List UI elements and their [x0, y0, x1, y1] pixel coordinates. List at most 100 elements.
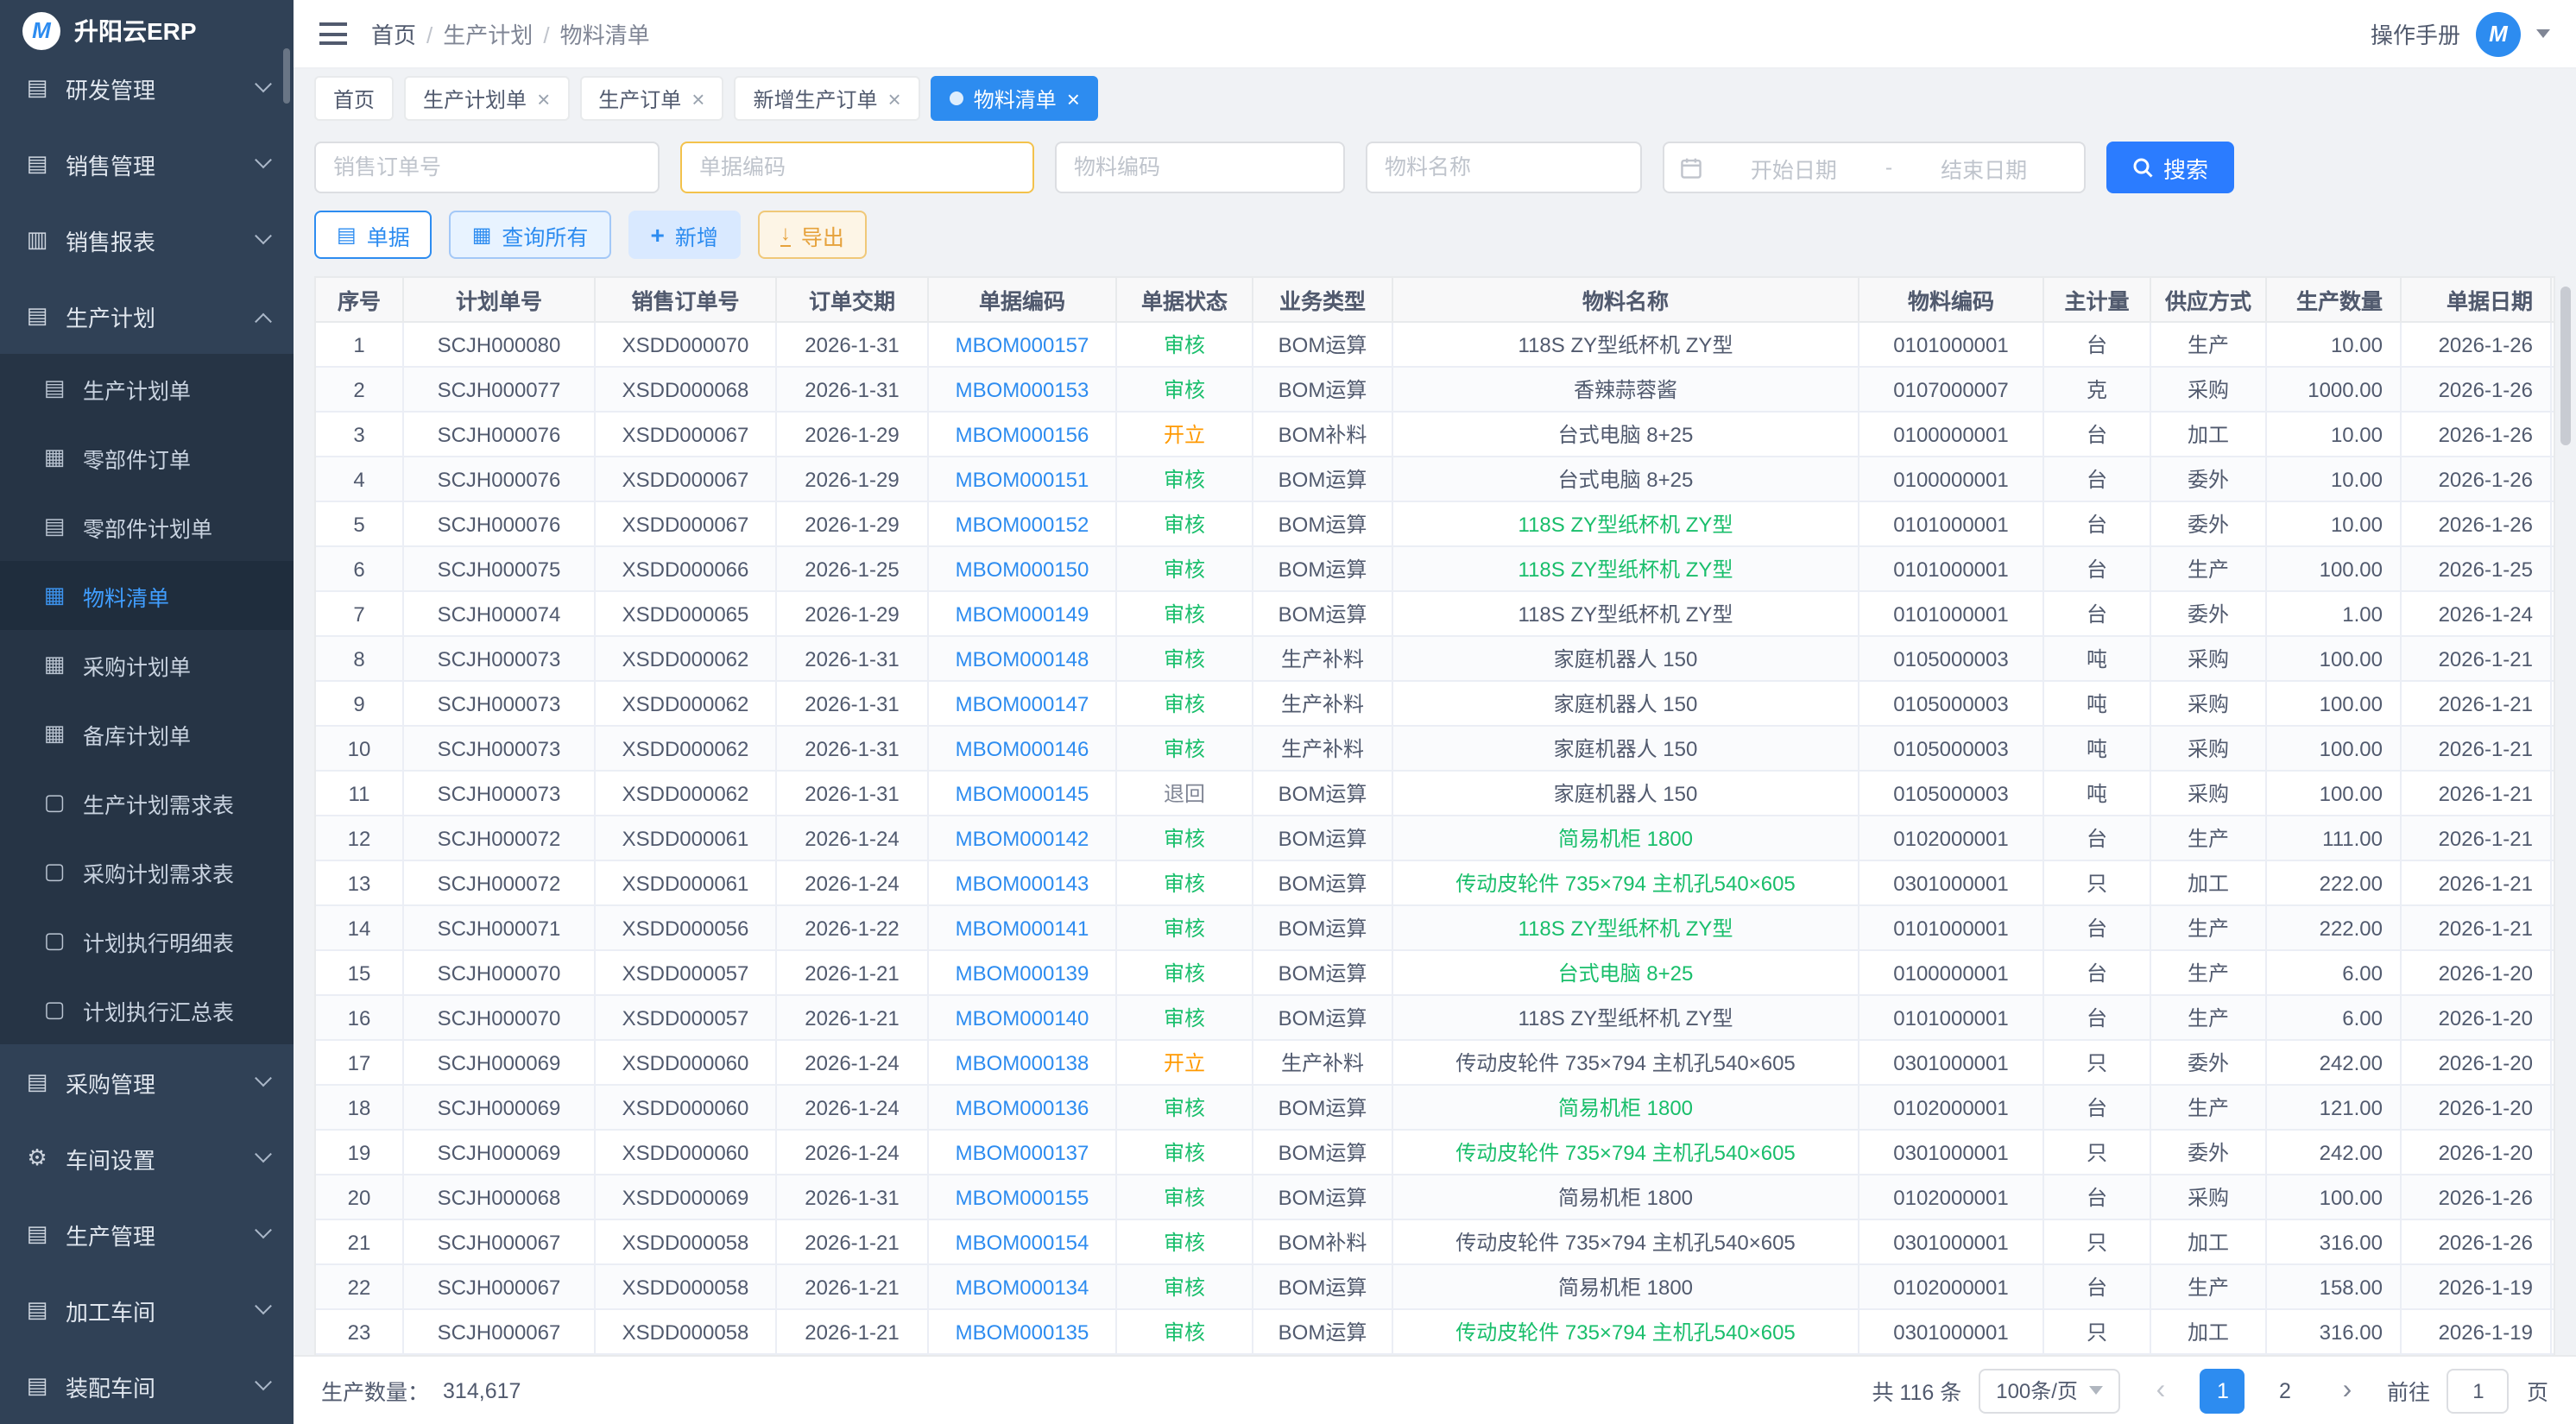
table-row[interactable]: 13 SCJH000072 XSDD000061 2026-1-24 MBOM0…: [316, 861, 2554, 906]
page-size-select[interactable]: 100条/页: [1979, 1368, 2121, 1413]
close-icon[interactable]: [537, 87, 550, 110]
doc-code-link[interactable]: MBOM000138: [956, 1050, 1089, 1074]
doc-code-link[interactable]: MBOM000153: [956, 377, 1089, 401]
close-icon[interactable]: [1067, 87, 1080, 110]
page-2-button[interactable]: 2: [2263, 1368, 2308, 1413]
breadcrumb-item[interactable]: 物料清单: [543, 17, 649, 50]
table-row[interactable]: 19 SCJH000069 XSDD000060 2026-1-24 MBOM0…: [316, 1131, 2554, 1175]
sidebar-item[interactable]: 备库计划单: [0, 699, 294, 768]
doc-code-link[interactable]: MBOM000140: [956, 1005, 1089, 1030]
close-icon[interactable]: [691, 87, 704, 110]
close-icon[interactable]: [888, 87, 901, 110]
sidebar-item[interactable]: 生产计划单: [0, 354, 294, 423]
doc-code-input[interactable]: [680, 142, 1034, 193]
sidebar-item[interactable]: 零部件计划单: [0, 492, 294, 561]
doc-code-link[interactable]: MBOM000139: [956, 961, 1089, 985]
prev-page-button[interactable]: [2138, 1368, 2183, 1413]
table-row[interactable]: 5 SCJH000076 XSDD000067 2026-1-29 MBOM00…: [316, 502, 2554, 547]
doc-code-link[interactable]: MBOM000150: [956, 557, 1089, 581]
doc-code-link[interactable]: MBOM000145: [956, 781, 1089, 805]
table-row[interactable]: 14 SCJH000071 XSDD000056 2026-1-22 MBOM0…: [316, 906, 2554, 951]
breadcrumb-item[interactable]: 首页: [371, 17, 416, 50]
table-row[interactable]: 3 SCJH000076 XSDD000067 2026-1-29 MBOM00…: [316, 413, 2554, 457]
sidebar-item[interactable]: 采购管理: [0, 1044, 294, 1120]
manual-link[interactable]: 操作手册: [2371, 17, 2460, 50]
doc-code-link[interactable]: MBOM000135: [956, 1320, 1089, 1344]
doc-code-link[interactable]: MBOM000136: [956, 1095, 1089, 1119]
tab[interactable]: 物料清单: [931, 76, 1099, 121]
sidebar-item[interactable]: 加工车间: [0, 1272, 294, 1348]
table-row[interactable]: 21 SCJH000067 XSDD000058 2026-1-21 MBOM0…: [316, 1220, 2554, 1265]
sidebar-item[interactable]: 销售报表: [0, 202, 294, 278]
page-1-button[interactable]: 1: [2200, 1368, 2245, 1413]
vertical-scrollbar[interactable]: [2560, 281, 2571, 1352]
table-row[interactable]: 1 SCJH000080 XSDD000070 2026-1-31 MBOM00…: [316, 323, 2554, 368]
sidebar-item[interactable]: 生产计划需求表: [0, 768, 294, 837]
table-row[interactable]: 18 SCJH000069 XSDD000060 2026-1-24 MBOM0…: [316, 1086, 2554, 1131]
table-row[interactable]: 17 SCJH000069 XSDD000060 2026-1-24 MBOM0…: [316, 1041, 2554, 1086]
table-row[interactable]: 2 SCJH000077 XSDD000068 2026-1-31 MBOM00…: [316, 368, 2554, 413]
table-row[interactable]: 4 SCJH000076 XSDD000067 2026-1-29 MBOM00…: [316, 457, 2554, 502]
doc-code-link[interactable]: MBOM000142: [956, 826, 1089, 850]
tab[interactable]: 首页: [314, 76, 394, 121]
tab[interactable]: 新增生产订单: [734, 76, 919, 121]
table-row[interactable]: 9 SCJH000073 XSDD000062 2026-1-31 MBOM00…: [316, 682, 2554, 727]
material-code-input[interactable]: [1055, 142, 1345, 193]
sidebar-item[interactable]: 物料清单: [0, 561, 294, 630]
search-button[interactable]: 搜索: [2106, 142, 2234, 193]
doc-code-link[interactable]: MBOM000154: [956, 1230, 1089, 1254]
tab[interactable]: 生产订单: [579, 76, 723, 121]
table-row[interactable]: 23 SCJH000067 XSDD000058 2026-1-21 MBOM0…: [316, 1310, 2554, 1355]
chevron-down-icon[interactable]: [2536, 29, 2550, 38]
export-button[interactable]: 导出: [758, 211, 867, 259]
sidebar-item[interactable]: 销售管理: [0, 126, 294, 202]
doc-code-link[interactable]: MBOM000149: [956, 602, 1089, 626]
doc-code-link[interactable]: MBOM000146: [956, 736, 1089, 760]
doc-code-link[interactable]: MBOM000141: [956, 916, 1089, 940]
vertical-scrollbar-thumb[interactable]: [2560, 287, 2571, 445]
breadcrumb-item[interactable]: 生产计划: [426, 17, 533, 50]
table-row[interactable]: 15 SCJH000070 XSDD000057 2026-1-21 MBOM0…: [316, 951, 2554, 996]
doc-code-link[interactable]: MBOM000134: [956, 1275, 1089, 1299]
table-row[interactable]: 11 SCJH000073 XSDD000062 2026-1-31 MBOM0…: [316, 772, 2554, 816]
sidebar-item[interactable]: 车间设置: [0, 1120, 294, 1196]
sidebar-item[interactable]: 生产计划: [0, 278, 294, 354]
table-row[interactable]: 10 SCJH000073 XSDD000062 2026-1-31 MBOM0…: [316, 727, 2554, 772]
table-row[interactable]: 8 SCJH000073 XSDD000062 2026-1-31 MBOM00…: [316, 637, 2554, 682]
sidebar-item[interactable]: 生产管理: [0, 1196, 294, 1272]
sidebar-item[interactable]: 采购计划需求表: [0, 837, 294, 906]
sidebar-scrollbar-thumb[interactable]: [283, 48, 290, 104]
doc-code-link[interactable]: MBOM000155: [956, 1185, 1089, 1209]
doc-code-link[interactable]: MBOM000147: [956, 691, 1089, 715]
next-page-button[interactable]: [2325, 1368, 2370, 1413]
doc-code-link[interactable]: MBOM000137: [956, 1140, 1089, 1164]
doc-code-link[interactable]: MBOM000157: [956, 332, 1089, 356]
doc-code-link[interactable]: MBOM000152: [956, 512, 1089, 536]
sale-order-input[interactable]: [314, 142, 660, 193]
doc-code-link[interactable]: MBOM000151: [956, 467, 1089, 491]
sidebar-item[interactable]: 采购计划单: [0, 630, 294, 699]
sidebar-item[interactable]: 零部件订单: [0, 423, 294, 492]
doc-code-link[interactable]: MBOM000148: [956, 646, 1089, 671]
page-jump-input[interactable]: [2447, 1368, 2510, 1413]
sidebar-item[interactable]: 计划执行明细表: [0, 906, 294, 975]
query-all-button[interactable]: 查询所有: [450, 211, 611, 259]
table-row[interactable]: 20 SCJH000068 XSDD000069 2026-1-31 MBOM0…: [316, 1175, 2554, 1220]
sidebar-item[interactable]: 计划执行汇总表: [0, 975, 294, 1044]
add-button[interactable]: 新增: [628, 211, 740, 259]
sidebar-item[interactable]: 装配车间: [0, 1348, 294, 1424]
date-range-picker[interactable]: 开始日期 - 结束日期: [1663, 142, 2086, 193]
doc-code-link[interactable]: MBOM000143: [956, 871, 1089, 895]
material-name-input[interactable]: [1366, 142, 1642, 193]
table-row[interactable]: 22 SCJH000067 XSDD000058 2026-1-21 MBOM0…: [316, 1265, 2554, 1310]
avatar[interactable]: [2476, 11, 2521, 56]
table-row[interactable]: 6 SCJH000075 XSDD000066 2026-1-25 MBOM00…: [316, 547, 2554, 592]
document-button[interactable]: 单据: [314, 211, 432, 259]
table-row[interactable]: 7 SCJH000074 XSDD000065 2026-1-29 MBOM00…: [316, 592, 2554, 637]
table-row[interactable]: 16 SCJH000070 XSDD000057 2026-1-21 MBOM0…: [316, 996, 2554, 1041]
table-row[interactable]: 12 SCJH000072 XSDD000061 2026-1-24 MBOM0…: [316, 816, 2554, 861]
doc-code-link[interactable]: MBOM000156: [956, 422, 1089, 446]
tab[interactable]: 生产计划单: [404, 76, 569, 121]
menu-toggle-icon[interactable]: [319, 22, 347, 45]
sidebar-item[interactable]: 研发管理: [0, 50, 294, 126]
